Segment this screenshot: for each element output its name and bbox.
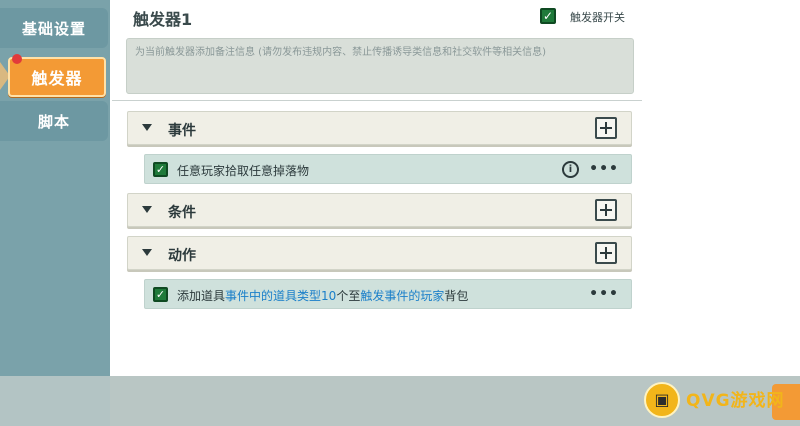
info-icon-glyph: i bbox=[568, 164, 573, 175]
check-icon: ✓ bbox=[155, 163, 166, 176]
divider bbox=[112, 100, 642, 101]
section-event[interactable]: 事件 bbox=[127, 111, 632, 145]
tab-trigger-label: 触发器 bbox=[31, 69, 83, 88]
action-entry[interactable]: ✓ 添加道具事件中的道具类型10个至触发事件的玩家背包 ••• bbox=[144, 279, 632, 309]
info-icon[interactable]: i bbox=[562, 161, 579, 178]
check-icon: ✓ bbox=[542, 9, 554, 23]
tab-basic-settings[interactable]: 基础设置 bbox=[0, 8, 108, 48]
action-text-part: 添加道具 bbox=[177, 289, 226, 303]
event-entry-text: 任意玩家拾取任意掉落物 bbox=[177, 164, 310, 178]
more-options-icon[interactable]: ••• bbox=[589, 286, 619, 302]
tab-script-label: 脚本 bbox=[37, 112, 70, 131]
tab-trigger[interactable]: 触发器 bbox=[8, 57, 106, 97]
action-entry-text: 添加道具事件中的道具类型10个至触发事件的玩家背包 bbox=[177, 287, 468, 304]
action-param-item-type[interactable]: 事件中的道具类型 bbox=[225, 289, 321, 303]
tab-script[interactable]: 脚本 bbox=[0, 101, 108, 141]
sidebar: 基础设置 触发器 脚本 bbox=[0, 0, 110, 426]
check-icon: ✓ bbox=[155, 288, 166, 301]
gamepad-icon: ▣ bbox=[644, 382, 680, 418]
add-condition-button[interactable] bbox=[595, 199, 617, 221]
notification-dot-icon bbox=[12, 54, 22, 64]
event-entry[interactable]: ✓ 任意玩家拾取任意掉落物 i ••• bbox=[144, 154, 632, 184]
tab-basic-settings-label: 基础设置 bbox=[21, 19, 86, 38]
action-text-part: 背包 bbox=[444, 289, 469, 303]
trigger-note-input[interactable]: 为当前触发器添加备注信息 (请勿发布违规内容、禁止传播诱导类信息和社交软件等相关… bbox=[126, 38, 634, 94]
sidebar-footer bbox=[0, 376, 110, 426]
section-action[interactable]: 动作 bbox=[127, 236, 632, 270]
action-param-player[interactable]: 触发事件的玩家 bbox=[360, 289, 444, 303]
event-entry-checkbox[interactable]: ✓ bbox=[153, 162, 168, 177]
trigger-switch-label: 触发器开关 bbox=[570, 11, 625, 24]
action-param-count[interactable]: 10 bbox=[321, 289, 336, 303]
watermark-logo: ▣ QVG游戏网 bbox=[644, 380, 794, 420]
trigger-switch-checkbox[interactable]: ✓ bbox=[540, 8, 556, 24]
caret-down-icon[interactable] bbox=[142, 206, 152, 213]
action-text-part: 个至 bbox=[336, 289, 361, 303]
add-event-button[interactable] bbox=[595, 117, 617, 139]
caret-down-icon[interactable] bbox=[142, 249, 152, 256]
action-entry-checkbox[interactable]: ✓ bbox=[153, 287, 168, 302]
section-condition-label: 条件 bbox=[168, 205, 196, 221]
section-event-label: 事件 bbox=[168, 123, 196, 139]
section-action-label: 动作 bbox=[168, 248, 196, 264]
caret-down-icon[interactable] bbox=[142, 124, 152, 131]
add-action-button[interactable] bbox=[595, 242, 617, 264]
trigger-title[interactable]: 触发器1 bbox=[133, 6, 192, 30]
trigger-note-placeholder: 为当前触发器添加备注信息 (请勿发布违规内容、禁止传播诱导类信息和社交软件等相关… bbox=[135, 47, 546, 58]
section-condition[interactable]: 条件 bbox=[127, 193, 632, 227]
more-options-icon[interactable]: ••• bbox=[589, 161, 619, 177]
logo-text: QVG游戏网 bbox=[686, 391, 785, 411]
